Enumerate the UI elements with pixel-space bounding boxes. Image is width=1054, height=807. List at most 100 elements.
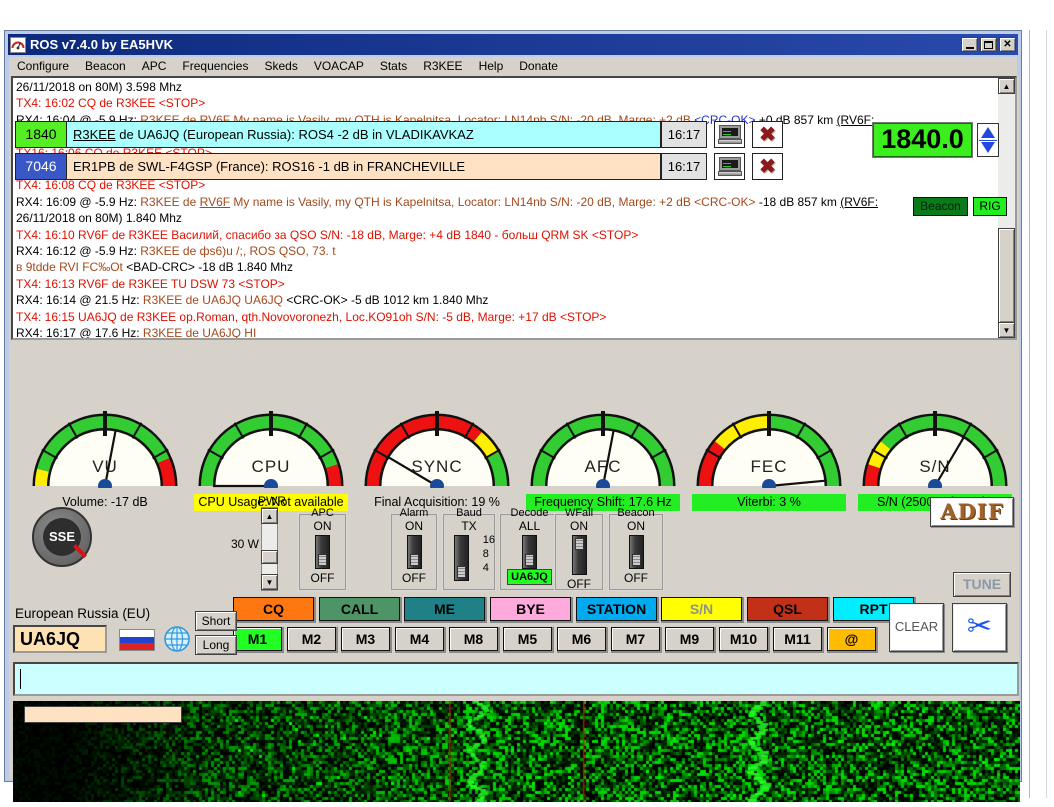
macro-m4[interactable]: M4 [395,627,444,651]
macro-qsl[interactable]: QSL [747,597,828,621]
macro-cq[interactable]: CQ [233,597,314,621]
tune-button[interactable]: TUNE [953,572,1011,597]
decode-callsign-label: UA6JQ [507,569,552,585]
scissors-button[interactable]: ✂ [952,603,1007,652]
callsign-field[interactable]: UA6JQ [13,625,107,653]
scroll-up-icon[interactable]: ▲ [998,78,1015,94]
short-path-button[interactable]: Short [195,611,237,631]
log-line: RX4: 16:09 @ -5.9 Hz: R3KEE de RV6F My n… [16,194,991,210]
alert-row-2[interactable]: 7046 ER1PB de SWL-F4GSP (France): ROS16 … [15,153,783,180]
decode-switch[interactable] [522,535,537,569]
alert1-frequency[interactable]: 1840 [15,121,67,148]
baud-switch[interactable] [454,535,469,581]
sse-knob-label: SSE [43,518,81,556]
macro-m1[interactable]: M1 [233,627,282,651]
macro-m11[interactable]: M11 [773,627,822,651]
globe-icon[interactable] [163,625,191,653]
macro-sn[interactable]: S/N [661,597,742,621]
alert2-monitor-button[interactable] [714,153,745,180]
menu-item-apc[interactable]: APC [134,58,175,74]
background-edge-line [1029,30,1030,798]
alert2-delete-button[interactable]: ✖ [752,153,783,180]
window-title: ROS v7.4.0 by EA5HVK [30,37,173,52]
gauge-sn: S/NS/N (2500 Hz): -6 dB [855,392,1015,511]
beacon-status-button[interactable]: Beacon [913,197,968,216]
macro-station[interactable]: STATION [576,597,657,621]
menu-item-help[interactable]: Help [471,58,512,74]
alert2-frequency[interactable]: 7046 [15,153,67,180]
macro-m2[interactable]: M2 [287,627,336,651]
menu-item-donate[interactable]: Donate [511,58,566,74]
macro-m5[interactable]: M5 [503,627,552,651]
macro-me[interactable]: ME [404,597,485,621]
wfall-toggle-group: WFall ON OFF [554,507,604,591]
macro-m10[interactable]: M10 [719,627,768,651]
svg-text:FEC: FEC [751,457,788,476]
alert1-delete-button[interactable]: ✖ [752,121,783,148]
russia-flag-icon [119,629,155,651]
macro-call[interactable]: CALL [319,597,400,621]
minimize-button[interactable] [961,37,978,52]
pwr-slider[interactable]: ▲ ▼ [261,507,278,591]
pwr-slider-thumb[interactable] [261,550,278,564]
svg-text:CPU: CPU [252,457,291,476]
title-bar[interactable]: ROS v7.4.0 by EA5HVK ✕ [8,34,1018,55]
alarm-switch[interactable] [407,535,422,569]
sse-knob[interactable]: SSE [32,507,92,567]
log-line: RX4: 16:17 @ 17.6 Hz: R3KEE de UA6JQ HI [16,325,991,340]
menu-item-beacon[interactable]: Beacon [77,58,134,74]
clear-button[interactable]: CLEAR [889,603,944,652]
spinner-up-icon[interactable] [981,127,995,138]
waterfall-display[interactable] [13,701,1020,802]
menu-item-configure[interactable]: Configure [9,58,77,74]
gauge-vu: VUVolume: -17 dB [25,392,185,511]
rig-button[interactable]: RIG [973,197,1007,216]
pwr-title: PWR [258,494,286,508]
macro-bye[interactable]: BYE [490,597,571,621]
alert-row-1[interactable]: 1840 R3KEE de UA6JQ (European Russia): R… [15,121,783,148]
scroll-down-icon[interactable]: ▼ [998,322,1015,338]
alert1-message[interactable]: R3KEE de UA6JQ (European Russia): ROS4 -… [67,121,661,148]
baud-toggle-group: Baud TX 16 8 4 [442,507,496,591]
svg-text:VU: VU [92,457,118,476]
beacon-switch[interactable] [629,535,644,569]
scroll-thumb[interactable] [998,228,1015,323]
log-line: в 9tdde RVI FC‰Ot <BAD-CRC> -18 dB 1.840… [16,259,991,275]
alert2-time: 16:17 [661,153,707,180]
close-button[interactable]: ✕ [999,37,1016,52]
text-caret [20,669,21,689]
macro-m8[interactable]: M8 [449,627,498,651]
app-window: ROS v7.4.0 by EA5HVK ✕ ConfigureBeaconAP… [4,30,1022,782]
log-line: TX4: 16:10 RV6F de R3KEE Василий, спасиб… [16,227,991,243]
frequency-spinner[interactable] [977,123,999,157]
menu-item-stats[interactable]: Stats [372,58,415,74]
knob-indicator [73,544,87,558]
menu-item-skeds[interactable]: Skeds [256,58,305,74]
menu-item-r3kee[interactable]: R3KEE [415,58,470,74]
long-path-button[interactable]: Long [195,635,237,655]
spinner-down-icon[interactable] [981,142,995,153]
menu-item-frequencies[interactable]: Frequencies [174,58,256,74]
alert1-monitor-button[interactable] [714,121,745,148]
svg-text:SYNC: SYNC [411,457,462,476]
adif-button[interactable]: ADIF [930,497,1014,527]
message-input[interactable] [13,662,1019,696]
beacon-toggle-group: Beacon ON OFF [608,507,664,591]
pwr-up-icon[interactable]: ▲ [261,508,278,524]
pwr-down-icon[interactable]: ▼ [261,574,278,590]
macro-m6[interactable]: M6 [557,627,606,651]
alert2-message[interactable]: ER1PB de SWL-F4GSP (France): ROS16 -1 dB… [67,153,661,180]
macro-m9[interactable]: M9 [665,627,714,651]
log-line: 26/11/2018 on 80M) 1.840 Mhz [16,210,991,226]
apc-switch[interactable] [315,535,330,569]
macro-m3[interactable]: M3 [341,627,390,651]
macro-at[interactable]: @ [827,627,876,651]
frequency-display[interactable]: 1840.0 [873,123,972,157]
macro-m7[interactable]: M7 [611,627,660,651]
menu-bar: ConfigureBeaconAPCFrequenciesSkedsVOACAP… [9,57,1017,75]
menu-item-voacap[interactable]: VOACAP [306,58,372,74]
svg-text:AFC: AFC [585,457,622,476]
maximize-button[interactable] [980,37,997,52]
log-line: TX4: 16:15 UA6JQ de R3KEE op.Roman, qth.… [16,309,991,325]
wfall-switch[interactable] [572,535,587,575]
